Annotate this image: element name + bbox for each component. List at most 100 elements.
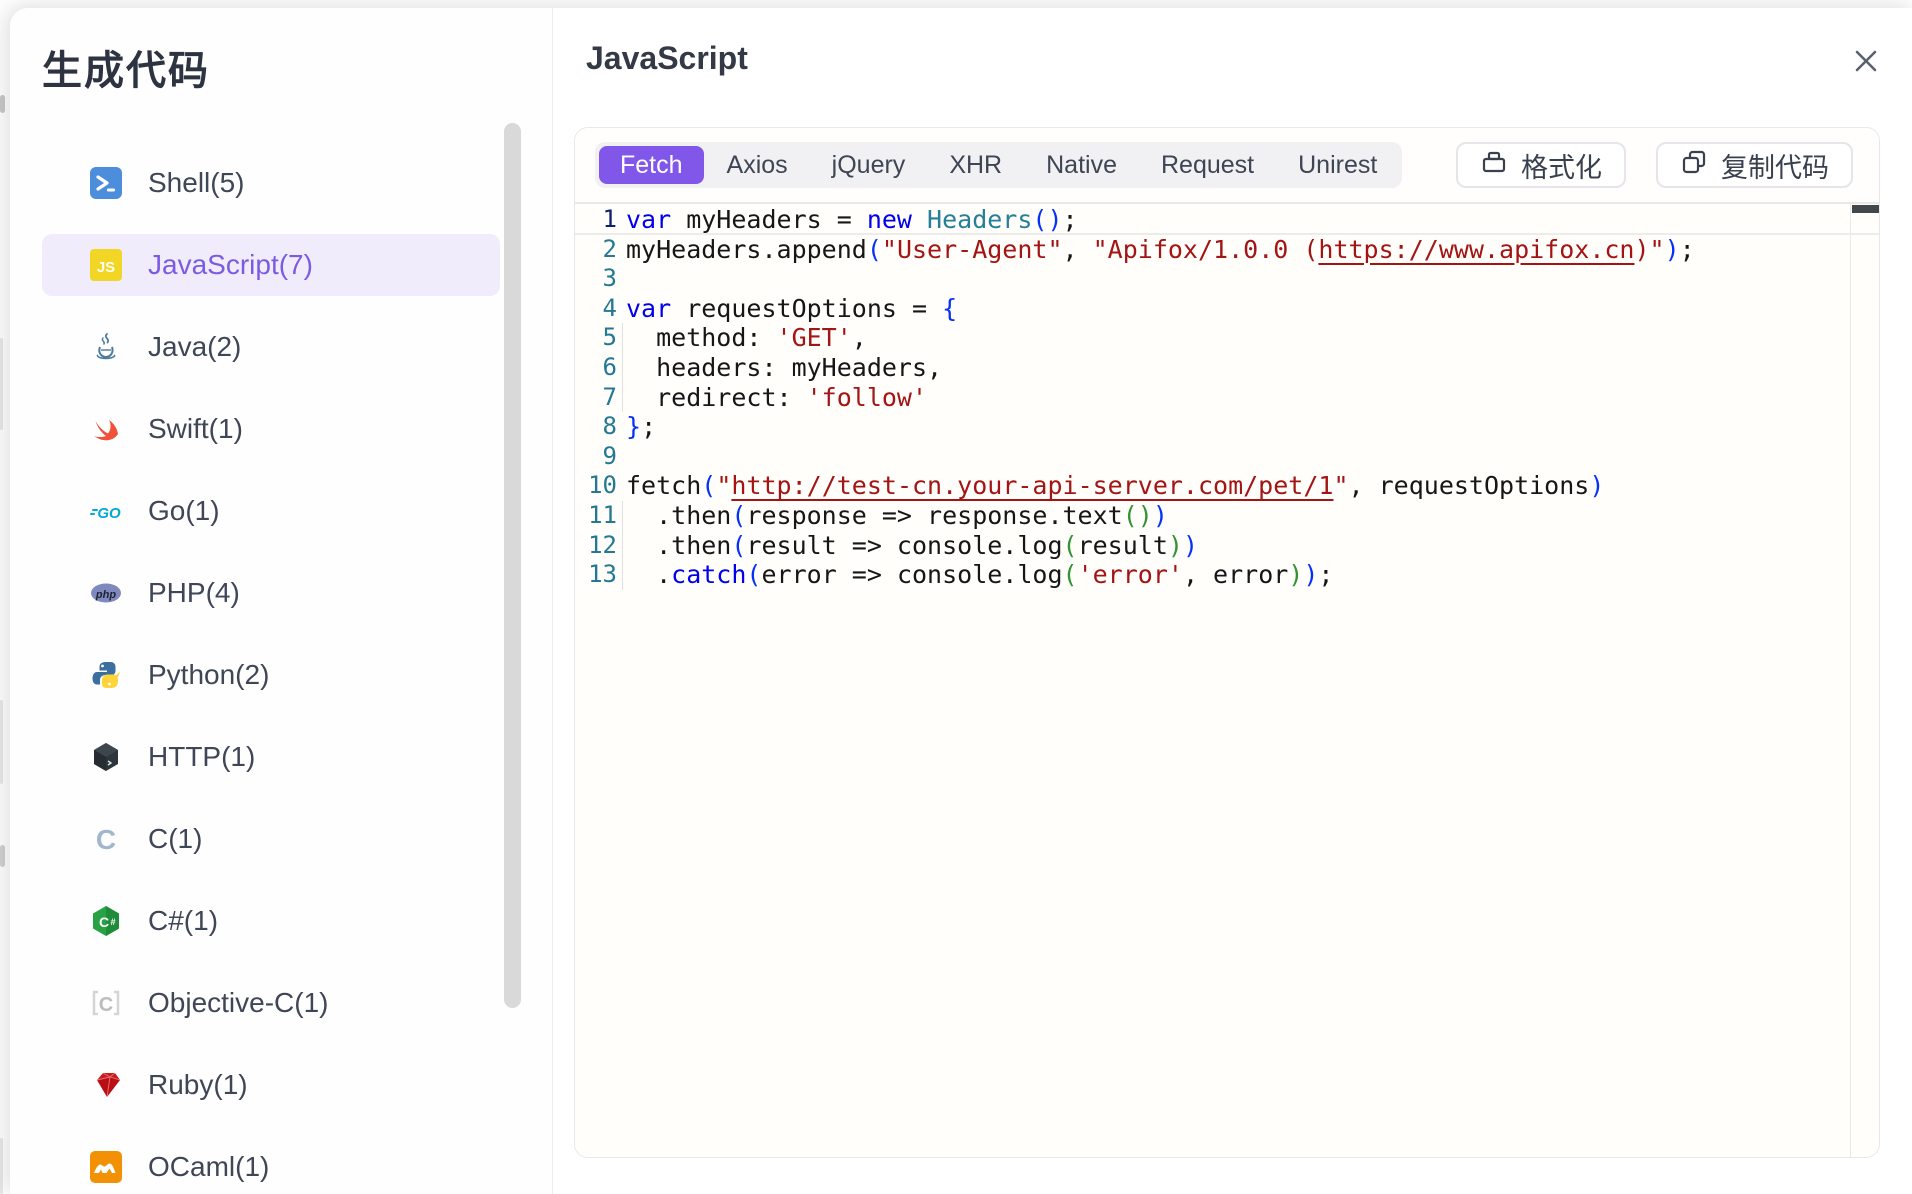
sidebar-item-label: Objective-C(1) (148, 987, 328, 1019)
code-line-4[interactable]: 4var requestOptions = { (575, 294, 1879, 324)
tab-unirest[interactable]: Unirest (1277, 146, 1398, 184)
code-line-6[interactable]: 6 headers: myHeaders, (575, 353, 1879, 383)
sidebar-item-python[interactable]: Python(2) (42, 644, 500, 706)
close-icon (1848, 43, 1884, 82)
tab-xhr[interactable]: XHR (928, 146, 1023, 184)
svg-text:C: C (96, 824, 116, 855)
javascript-icon: JS (90, 249, 122, 281)
sidebar-item-go[interactable]: GOGo(1) (42, 480, 500, 542)
sidebar-item-c-[interactable]: C#C#(1) (42, 890, 500, 952)
code-line-content: headers: myHeaders, (617, 353, 942, 383)
ruby-icon (90, 1069, 122, 1101)
sidebar-item-label: JavaScript(7) (148, 249, 313, 281)
csharp-icon: C# (90, 905, 122, 937)
main-panel: JavaScript FetchAxiosjQueryXHRNativeRequ… (553, 8, 1912, 1194)
code-line-10[interactable]: 10fetch("http://test-cn.your-api-server.… (575, 471, 1879, 501)
shell-icon (90, 167, 122, 199)
close-button[interactable] (1846, 42, 1886, 82)
code-line-2[interactable]: 2myHeaders.append("User-Agent", "Apifox/… (575, 235, 1879, 265)
code-line-1[interactable]: 1var myHeaders = new Headers(); (575, 205, 1879, 235)
background-scrollbar-fragment (0, 845, 5, 867)
code-line-content (617, 264, 626, 294)
code-line-content: method: 'GET', (617, 323, 867, 353)
tab-request[interactable]: Request (1140, 146, 1275, 184)
line-number: 5 (575, 323, 617, 353)
line-number: 3 (575, 264, 617, 294)
tab-jquery[interactable]: jQuery (811, 146, 927, 184)
c-icon: C (90, 823, 122, 855)
code-line-content: .then(result => console.log(result)) (617, 531, 1198, 561)
tab-native[interactable]: Native (1025, 146, 1138, 184)
tab-axios[interactable]: Axios (706, 146, 809, 184)
code-editor[interactable]: 1var myHeaders = new Headers();2myHeader… (575, 204, 1879, 1157)
code-line-content: fetch("http://test-cn.your-api-server.co… (617, 471, 1604, 501)
line-number: 12 (575, 531, 617, 561)
code-link: http://test-cn.your-api-server.com/pet/1 (731, 471, 1333, 500)
background-scrollbar-fragment (0, 95, 5, 113)
format-button-label: 格式化 (1521, 146, 1602, 185)
sidebar-item-label: C(1) (148, 823, 202, 855)
sidebar-item-swift[interactable]: Swift(1) (42, 398, 500, 460)
code-line-12[interactable]: 12 .then(result => console.log(result)) (575, 531, 1879, 561)
code-line-content: myHeaders.append("User-Agent", "Apifox/1… (617, 235, 1695, 265)
code-line-7[interactable]: 7 redirect: 'follow' (575, 383, 1879, 413)
code-line-5[interactable]: 5 method: 'GET', (575, 323, 1879, 353)
sidebar-scrollbar-thumb[interactable] (504, 123, 521, 1008)
code-actions: 格式化 复制代码 (1456, 142, 1853, 188)
sidebar-item-label: Java(2) (148, 331, 241, 363)
background-scrollbar-fragment (0, 1138, 3, 1194)
sidebar-item-java[interactable]: Java(2) (42, 316, 500, 378)
line-number: 1 (575, 205, 617, 233)
sidebar-item-objective-c[interactable]: C Objective-C(1) (42, 972, 500, 1034)
format-button[interactable]: 格式化 (1456, 142, 1626, 188)
code-panel: FetchAxiosjQueryXHRNativeRequestUnirest … (574, 127, 1880, 1158)
generate-code-dialog: 生成代码 Shell(5)JSJavaScript(7)Java(2)Swift… (10, 8, 1912, 1194)
svg-text:C: C (99, 994, 113, 1016)
code-line-8[interactable]: 8}; (575, 412, 1879, 442)
sidebar-item-php[interactable]: phpPHP(4) (42, 562, 500, 624)
swift-icon (90, 413, 122, 445)
code-panel-header: FetchAxiosjQueryXHRNativeRequestUnirest … (575, 128, 1879, 204)
sidebar-item-javascript[interactable]: JS JavaScript(7) (42, 234, 500, 296)
tab-fetch[interactable]: Fetch (599, 146, 704, 184)
sidebar-item-shell[interactable]: Shell(5) (42, 152, 500, 214)
svg-text:php: php (95, 589, 116, 601)
code-line-content (617, 442, 626, 472)
line-number: 4 (575, 294, 617, 324)
ocaml-icon (90, 1151, 122, 1183)
svg-text:#: # (110, 917, 115, 927)
page-title: JavaScript (586, 40, 748, 77)
editor-scrollbar-track[interactable] (1850, 204, 1879, 1157)
code-line-content: var myHeaders = new Headers(); (617, 205, 1078, 233)
line-number: 10 (575, 471, 617, 501)
editor-scrollbar-thumb[interactable] (1852, 205, 1879, 213)
php-icon: php (90, 577, 122, 609)
sidebar-item-label: Ruby(1) (148, 1069, 248, 1101)
code-line-content: .then(response => response.text()) (617, 501, 1168, 531)
java-icon (90, 331, 122, 363)
code-lines: 1var myHeaders = new Headers();2myHeader… (575, 205, 1879, 590)
code-line-9[interactable]: 9 (575, 442, 1879, 472)
line-number: 2 (575, 235, 617, 265)
copy-icon (1680, 148, 1708, 183)
code-line-13[interactable]: 13 .catch(error => console.log('error', … (575, 560, 1879, 590)
code-line-content: var requestOptions = { (617, 294, 957, 324)
language-sidebar: 生成代码 Shell(5)JSJavaScript(7)Java(2)Swift… (10, 8, 553, 1194)
sidebar-item-label: Python(2) (148, 659, 269, 691)
code-line-11[interactable]: 11 .then(response => response.text()) (575, 501, 1879, 531)
sidebar-item-ocaml[interactable]: OCaml(1) (42, 1136, 500, 1194)
code-line-3[interactable]: 3 (575, 264, 1879, 294)
copy-code-button[interactable]: 复制代码 (1656, 142, 1853, 188)
sidebar-item-label: Swift(1) (148, 413, 243, 445)
line-number: 6 (575, 353, 617, 383)
sidebar-item-label: HTTP(1) (148, 741, 255, 773)
python-icon (90, 659, 122, 691)
sidebar-item-ruby[interactable]: Ruby(1) (42, 1054, 500, 1116)
copy-code-button-label: 复制代码 (1721, 146, 1829, 185)
line-number: 9 (575, 442, 617, 472)
background-scrollbar-fragment (0, 338, 3, 430)
sidebar-item-label: Go(1) (148, 495, 220, 527)
format-icon (1480, 148, 1508, 183)
sidebar-item-http[interactable]: HTTP(1) (42, 726, 500, 788)
sidebar-item-c[interactable]: C C(1) (42, 808, 500, 870)
